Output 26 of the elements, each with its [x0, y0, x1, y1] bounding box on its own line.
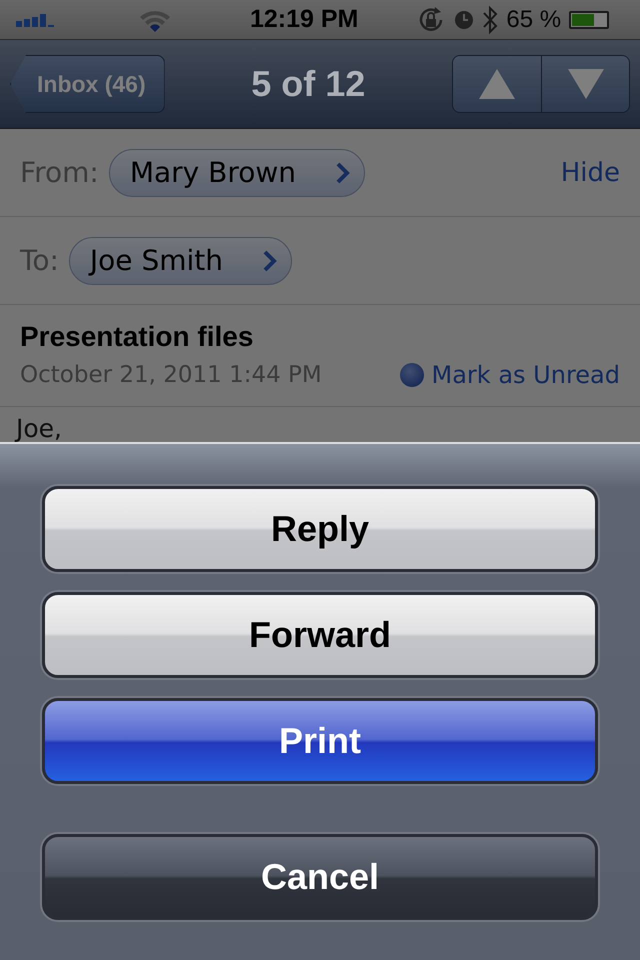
sender-chip[interactable]: Mary Brown [108, 148, 365, 196]
hide-link[interactable]: Hide [560, 158, 620, 188]
from-label: From: [20, 156, 99, 189]
to-label: To: [20, 244, 59, 277]
up-arrow-icon [478, 68, 516, 100]
date: October 21, 2011 1:44 PM [20, 362, 322, 388]
back-button[interactable]: Inbox (46) [10, 55, 165, 113]
clock-icon [454, 10, 474, 30]
battery-icon [569, 10, 610, 28]
chevron-icon [263, 250, 277, 272]
bluetooth-icon [482, 4, 498, 34]
sheet-button[interactable]: Cancel [42, 834, 598, 920]
battery-percent: 65 % [506, 6, 562, 34]
previous-button[interactable] [453, 56, 541, 112]
next-button[interactable] [541, 56, 629, 112]
sheet-button[interactable]: Forward [42, 592, 598, 678]
status-time: 12:19 PM [250, 5, 358, 34]
down-arrow-icon [566, 68, 604, 100]
subject: Presentation files [20, 321, 254, 353]
body-text: Joe, [16, 413, 63, 444]
recipient-chip[interactable]: Joe Smith [68, 236, 292, 284]
nav-title: 5 of 12 [250, 63, 366, 105]
sheet-button[interactable]: Reply [42, 486, 598, 572]
chevron-icon [336, 162, 350, 184]
mark-unread-button[interactable]: Mark as Unread [400, 361, 620, 389]
sheet-button[interactable]: Print [42, 698, 598, 784]
